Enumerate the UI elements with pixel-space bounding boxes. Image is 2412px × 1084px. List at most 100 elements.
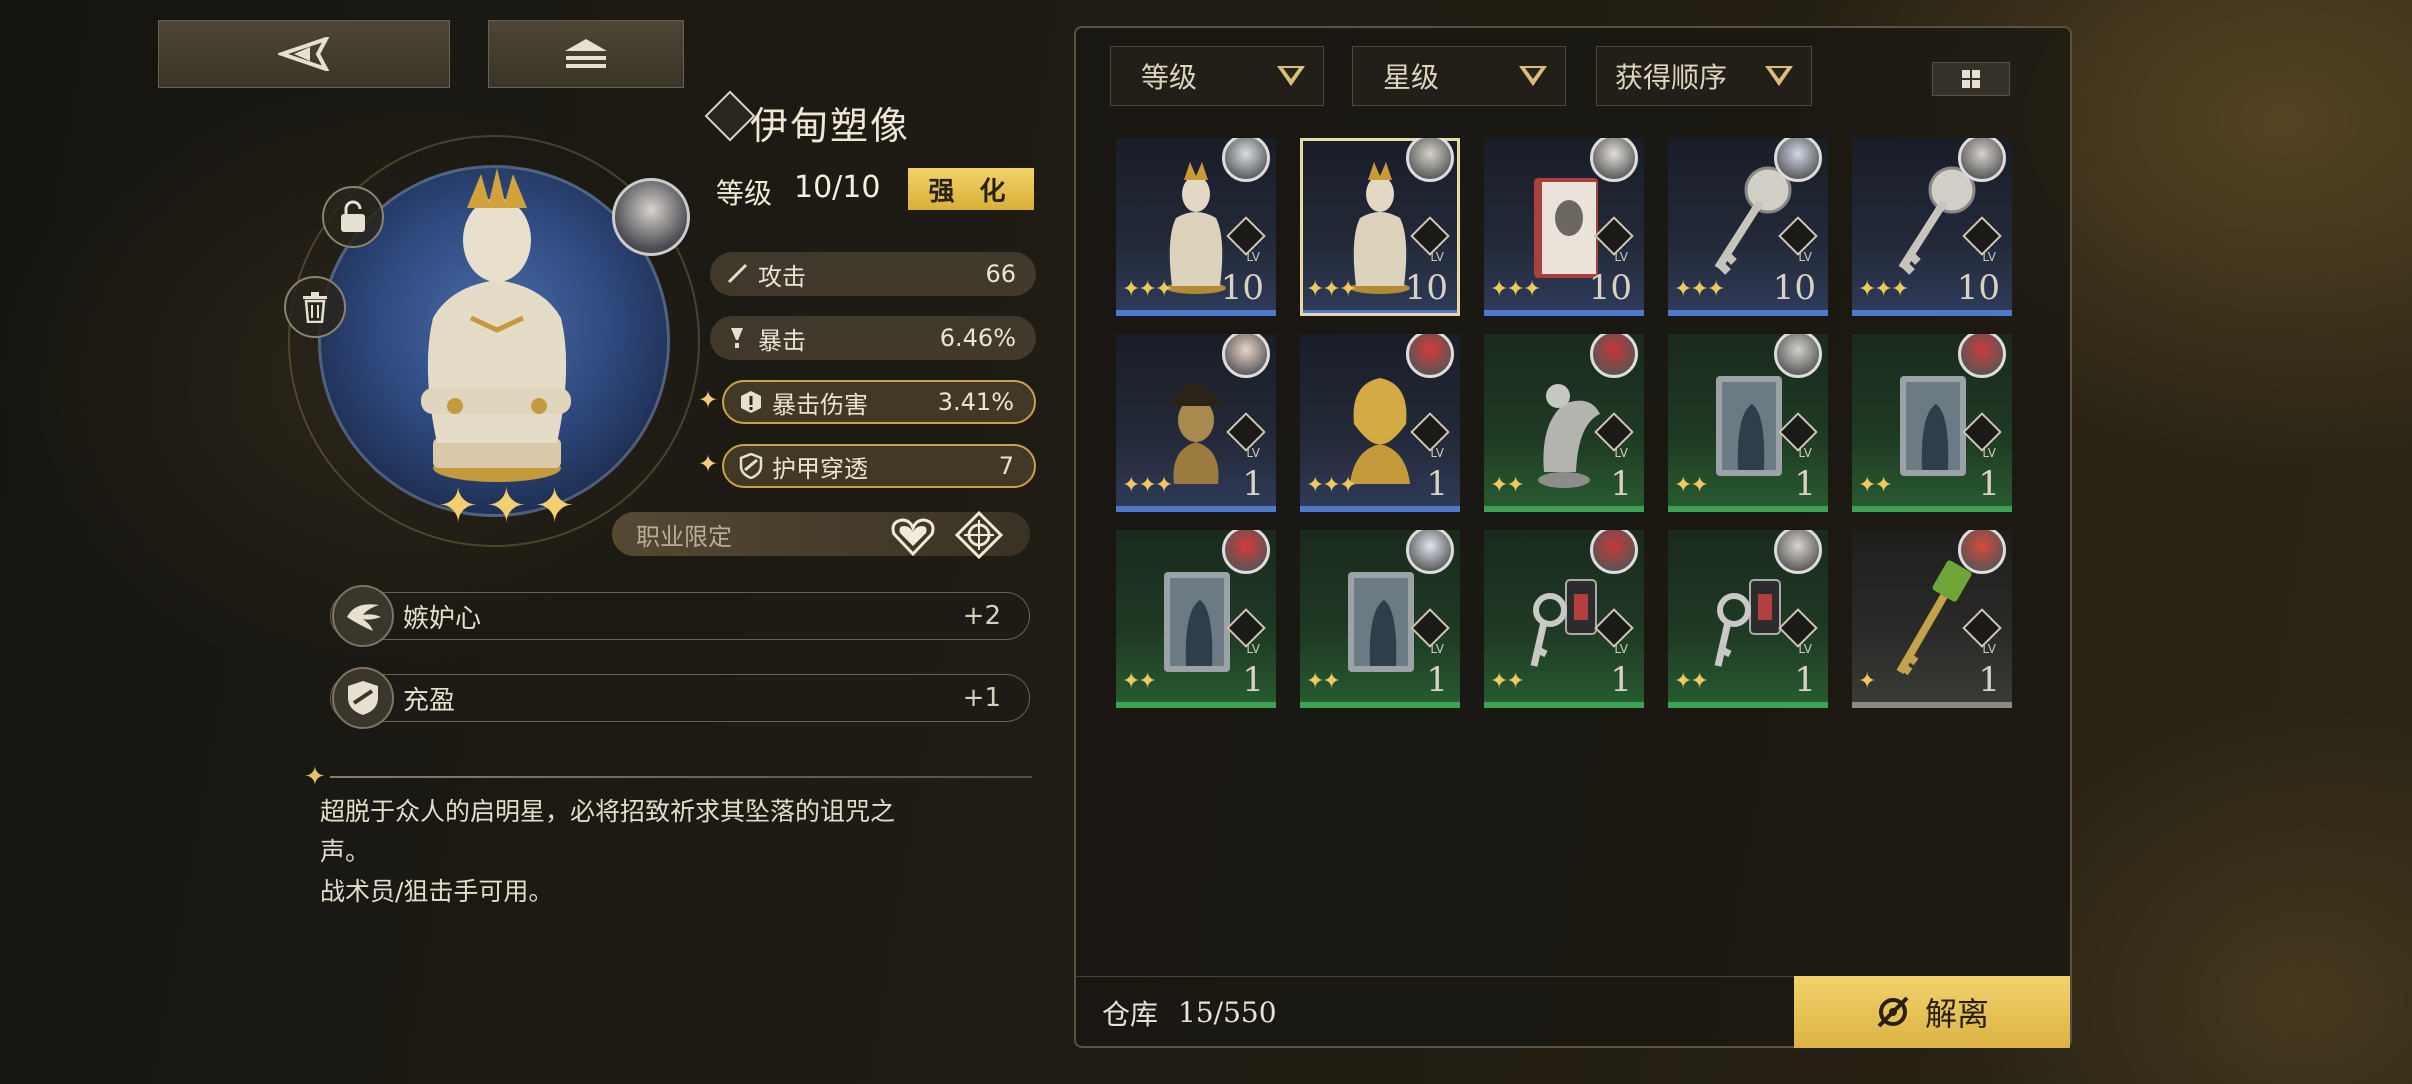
inventory-item[interactable]: LV 10 ✦✦✦ (1852, 138, 2012, 316)
dropdown-arrow-icon (1519, 66, 1547, 86)
skill-row-fullness[interactable]: 充盈 +1 (330, 674, 1030, 722)
grid-view-button[interactable] (1932, 62, 2010, 96)
item-level: 1 (1426, 464, 1448, 504)
inventory-item[interactable]: LV 1 ✦✦ (1116, 530, 1276, 708)
crit-icon (724, 325, 750, 351)
stat-attack: 攻击 66 (710, 252, 1036, 296)
owner-avatar (1222, 530, 1270, 574)
lv-label: LV (1430, 250, 1444, 264)
inventory-item[interactable]: LV 1 ✦✦ (1300, 530, 1460, 708)
sniper-class-icon[interactable] (954, 510, 1004, 560)
item-level: 10 (1588, 268, 1632, 308)
item-level: 1 (1610, 660, 1632, 700)
lv-label: LV (1246, 446, 1260, 460)
dismantle-icon (1877, 996, 1909, 1028)
owner-avatar[interactable] (612, 178, 690, 256)
item-stars: ✦✦✦ (1122, 473, 1173, 498)
dismantle-button[interactable]: 解离 (1794, 976, 2070, 1048)
item-level: 1 (1978, 464, 2000, 504)
envy-skill-icon (332, 585, 394, 647)
owner-avatar (1958, 530, 2006, 574)
item-stars: ✦✦✦ (1306, 473, 1357, 498)
inventory-item[interactable]: LV 1 ✦✦✦ (1300, 334, 1460, 512)
lv-label: LV (1614, 642, 1628, 656)
inventory-item[interactable]: LV 10 ✦✦✦ (1668, 138, 1828, 316)
sort-level-dropdown[interactable]: 等级 (1110, 46, 1324, 106)
owner-avatar (1774, 138, 1822, 182)
bonus-spark-icon: ✦ (698, 450, 719, 478)
skill-row-envy[interactable]: 嫉妒心 +2 (330, 592, 1030, 640)
lv-label: LV (1982, 642, 1996, 656)
storage-label: 仓库 (1102, 997, 1159, 1031)
sort-star-dropdown[interactable]: 星级 (1352, 46, 1566, 106)
trash-icon (303, 292, 327, 323)
inventory-item[interactable]: LV 10 ✦✦✦ (1116, 138, 1276, 316)
tactician-class-icon[interactable] (888, 510, 938, 560)
owner-avatar (1958, 138, 2006, 182)
sword-icon (724, 261, 750, 287)
inventory-item[interactable]: LV 1 ✦✦ (1484, 334, 1644, 512)
item-stars: ✦✦ (1674, 669, 1709, 694)
inventory-item[interactable]: LV 1 ✦✦ (1852, 334, 2012, 512)
back-button[interactable] (158, 20, 450, 88)
crit-damage-icon (738, 389, 764, 415)
owner-avatar (1222, 334, 1270, 378)
item-stars: ✦ (1858, 669, 1876, 694)
item-level: 10 (1772, 268, 1816, 308)
inventory-item[interactable]: LV 10 ✦✦✦ (1300, 138, 1460, 316)
owner-avatar (1406, 138, 1454, 182)
home-button[interactable] (488, 20, 684, 88)
item-level: 1 (1242, 660, 1264, 700)
item-stars: ✦✦✦ (1858, 277, 1909, 302)
bonus-spark-icon: ✦ (698, 386, 719, 414)
stat-crit-damage: 暴击伤害 3.41% (722, 380, 1036, 424)
armor-pierce-icon (738, 453, 764, 479)
inventory-item[interactable]: LV 1 ✦ (1852, 530, 2012, 708)
owner-avatar (1774, 530, 1822, 574)
item-stars: ✦✦✦ (1122, 277, 1173, 302)
storage-footer: 仓库 15/550 (1074, 976, 1794, 1048)
item-level: 1 (1426, 660, 1448, 700)
inventory-item[interactable]: LV 1 ✦✦ (1668, 334, 1828, 512)
inventory-item[interactable]: LV 1 ✦✦ (1484, 530, 1644, 708)
owner-avatar (1590, 334, 1638, 378)
back-arrow-icon (278, 37, 330, 71)
inventory-item[interactable]: LV 1 ✦✦✦ (1116, 334, 1276, 512)
lv-label: LV (1430, 642, 1444, 656)
equipment-name: 伊甸塑像 (750, 104, 911, 148)
lv-label: LV (1982, 446, 1996, 460)
item-level: 1 (1610, 464, 1632, 504)
item-level: 1 (1242, 464, 1264, 504)
owner-avatar (1406, 334, 1454, 378)
lv-label: LV (1798, 250, 1812, 264)
sort-order-dropdown[interactable]: 获得顺序 (1596, 46, 1812, 106)
lock-button[interactable] (322, 186, 384, 248)
unlock-icon (341, 200, 365, 232)
enhance-button[interactable]: 强 化 (908, 168, 1034, 210)
inventory-item[interactable]: LV 1 ✦✦ (1668, 530, 1828, 708)
divider-spark-icon: ✦ (304, 762, 326, 792)
level-label: 等级 (716, 177, 773, 210)
owner-avatar (1590, 530, 1638, 574)
item-level: 1 (1794, 660, 1816, 700)
home-stack-icon (565, 39, 607, 68)
item-level: 10 (1404, 268, 1448, 308)
lv-label: LV (1246, 642, 1260, 656)
dropdown-arrow-icon (1277, 66, 1305, 86)
item-stars: ✦✦ (1122, 669, 1157, 694)
item-level: 10 (1956, 268, 2000, 308)
lv-label: LV (1430, 446, 1444, 460)
lv-label: LV (1614, 446, 1628, 460)
item-level: 10 (1220, 268, 1264, 308)
star-rating: ✦✦✦ (438, 478, 583, 534)
owner-avatar (1590, 138, 1638, 182)
item-stars: ✦✦✦ (1306, 277, 1357, 302)
item-level: 1 (1978, 660, 2000, 700)
item-level: 1 (1794, 464, 1816, 504)
inventory-item[interactable]: LV 10 ✦✦✦ (1484, 138, 1644, 316)
lv-label: LV (1246, 250, 1260, 264)
item-stars: ✦✦✦ (1674, 277, 1725, 302)
delete-button[interactable] (284, 276, 346, 338)
owner-avatar (1774, 334, 1822, 378)
item-stars: ✦✦ (1490, 473, 1525, 498)
